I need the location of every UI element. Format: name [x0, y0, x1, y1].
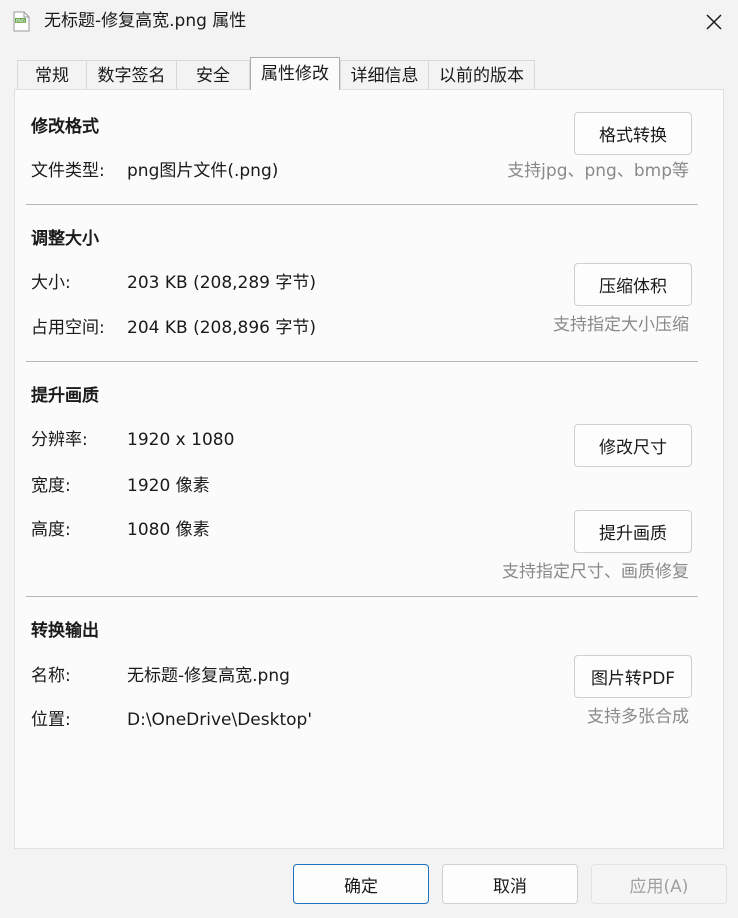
resolution-label: 分辨率: — [31, 430, 88, 450]
tab-previous-versions[interactable]: 以前的版本 — [428, 60, 535, 90]
disk-usage-value: 204 KB (208,896 字节) — [127, 318, 317, 338]
width-label: 宽度: — [31, 476, 71, 496]
title-bar: PNG 无标题-修复高宽.png 属性 — [0, 0, 738, 44]
size-value: 203 KB (208,289 字节) — [127, 273, 317, 293]
tab-security[interactable]: 安全 — [176, 60, 250, 90]
format-hint: 支持jpg、png、bmp等 — [507, 161, 689, 181]
size-label: 大小: — [31, 273, 71, 293]
tab-digital-signature[interactable]: 数字签名 — [86, 60, 177, 90]
cancel-button[interactable]: 取消 — [442, 864, 578, 904]
compress-button[interactable]: 压缩体积 — [574, 263, 692, 306]
separator — [26, 596, 698, 597]
quality-hint: 支持指定尺寸、画质修复 — [502, 562, 689, 582]
tab-general[interactable]: 常规 — [17, 60, 87, 90]
tab-attribute-modify[interactable]: 属性修改 — [250, 57, 340, 90]
size-hint: 支持指定大小压缩 — [553, 315, 689, 335]
close-button[interactable] — [690, 0, 738, 44]
ok-button[interactable]: 确定 — [293, 864, 429, 904]
file-type-value: png图片文件(.png) — [127, 161, 279, 181]
output-heading: 转换输出 — [31, 621, 99, 641]
image-to-pdf-button[interactable]: 图片转PDF — [574, 655, 692, 698]
quality-heading: 提升画质 — [31, 386, 99, 406]
resize-button[interactable]: 修改尺寸 — [574, 424, 692, 467]
close-icon — [706, 14, 722, 30]
svg-text:PNG: PNG — [16, 18, 26, 24]
name-value: 无标题-修复高宽.png — [127, 666, 290, 686]
enhance-quality-button[interactable]: 提升画质 — [574, 510, 692, 553]
width-value: 1920 像素 — [127, 476, 210, 496]
disk-usage-label: 占用空间: — [31, 318, 105, 338]
resolution-value: 1920 x 1080 — [127, 430, 235, 450]
name-label: 名称: — [31, 666, 71, 686]
tab-panel — [14, 89, 724, 849]
png-file-icon: PNG — [13, 11, 30, 32]
height-label: 高度: — [31, 520, 71, 540]
separator — [26, 361, 698, 362]
apply-button[interactable]: 应用(A) — [591, 864, 727, 904]
window-title: 无标题-修复高宽.png 属性 — [44, 11, 247, 31]
tab-details[interactable]: 详细信息 — [340, 60, 429, 90]
height-value: 1080 像素 — [127, 520, 210, 540]
format-heading: 修改格式 — [31, 117, 99, 137]
output-hint: 支持多张合成 — [587, 707, 689, 727]
location-value: D:\OneDrive\Desktop' — [127, 710, 312, 730]
location-label: 位置: — [31, 710, 71, 730]
separator — [26, 204, 698, 205]
format-convert-button[interactable]: 格式转换 — [574, 112, 692, 155]
size-heading: 调整大小 — [31, 229, 99, 249]
file-type-label: 文件类型: — [31, 161, 105, 181]
